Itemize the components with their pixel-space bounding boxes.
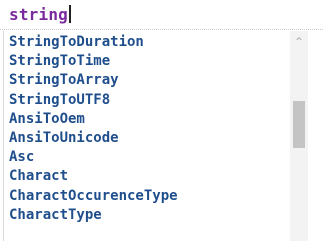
autocomplete-item[interactable]: CharactType <box>4 206 288 225</box>
autocomplete-item[interactable]: StringToDuration <box>4 33 288 52</box>
autocomplete-item[interactable]: StringToTime <box>4 52 288 71</box>
text-caret <box>69 5 71 23</box>
scrollbar-thumb[interactable] <box>293 101 305 148</box>
autocomplete-item[interactable]: Charact <box>4 167 288 186</box>
code-editor-line[interactable]: string <box>0 0 323 30</box>
autocomplete-item[interactable]: CharactOccurenceType <box>4 187 288 206</box>
typed-text[interactable]: string <box>9 5 71 25</box>
autocomplete-item[interactable]: AnsiToOem <box>4 110 288 129</box>
autocomplete-popup: StringToDuration StringToTime StringToAr… <box>3 31 317 241</box>
autocomplete-item[interactable]: StringToUTF8 <box>4 91 288 110</box>
chevron-up-icon[interactable]: ^ <box>290 35 308 49</box>
autocomplete-item[interactable]: Asc <box>4 148 288 167</box>
typed-text-value: string <box>9 5 68 24</box>
autocomplete-item[interactable]: StringToArray <box>4 71 288 90</box>
autocomplete-item[interactable]: AnsiToUnicode <box>4 129 288 148</box>
autocomplete-list: StringToDuration StringToTime StringToAr… <box>4 33 288 225</box>
vertical-scrollbar[interactable]: ^ <box>290 31 308 241</box>
